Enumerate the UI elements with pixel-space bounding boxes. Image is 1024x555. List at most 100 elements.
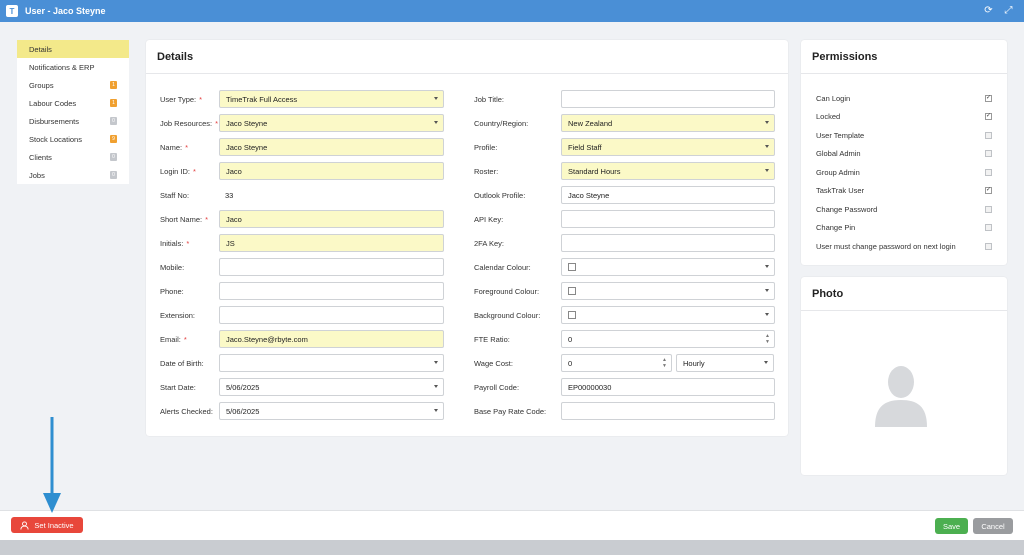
user-icon xyxy=(20,520,29,530)
must-change-password-checkbox[interactable] xyxy=(985,242,992,250)
cancel-button[interactable]: Cancel xyxy=(973,518,1013,534)
sidebar-item-notifications[interactable]: Notifications & ERP xyxy=(17,58,129,76)
sidebar-item-stock-locations[interactable]: Stock Locations 9 xyxy=(17,130,129,148)
permission-label: User Template xyxy=(816,130,865,140)
global-admin-checkbox[interactable] xyxy=(985,150,992,157)
date-of-birth-select[interactable] xyxy=(219,354,444,372)
api-key-input[interactable] xyxy=(561,210,775,228)
count-badge: 9 xyxy=(110,135,117,143)
field-value: 0 xyxy=(568,358,573,368)
avatar-placeholder-icon[interactable] xyxy=(871,362,931,427)
wage-cost-stepper[interactable]: 0 ▲ ▼ xyxy=(561,354,672,372)
user-type-select[interactable]: TimeTrak Full Access xyxy=(219,90,444,108)
locked-checkbox[interactable]: ✓ xyxy=(985,113,992,120)
field-label: User Type: xyxy=(160,94,197,104)
title-bar: T User - Jaco Steyne ⟳ ⤢ xyxy=(0,0,1024,22)
sidebar-item-disbursements[interactable]: Disbursements 0 xyxy=(17,112,129,130)
start-date-select[interactable]: 5/06/2025 xyxy=(219,378,444,396)
login-id-input[interactable]: Jaco xyxy=(219,162,444,180)
field-value: 0 xyxy=(568,334,573,344)
base-pay-rate-code-input[interactable] xyxy=(561,402,775,420)
wage-unit-select[interactable]: Hourly xyxy=(676,354,774,372)
required-mark: * xyxy=(205,214,209,224)
sidebar-item-jobs[interactable]: Jobs 0 xyxy=(17,166,129,184)
payroll-code-input[interactable]: EP00000030 xyxy=(561,378,775,396)
profile-select[interactable]: Field Staff xyxy=(561,138,775,156)
stepper-arrows-icon[interactable]: ▲ ▼ xyxy=(765,333,770,345)
2fa-key-input[interactable] xyxy=(561,234,775,252)
name-input[interactable]: Jaco Steyne xyxy=(219,138,444,156)
field-label: Date of Birth: xyxy=(160,358,204,368)
can-login-checkbox[interactable]: ✓ xyxy=(985,94,992,102)
form-row: FTE Ratio: 0 ▲ ▼ xyxy=(474,330,775,348)
country-region-select[interactable]: New Zealand xyxy=(561,114,775,132)
form-row: Phone: xyxy=(146,282,444,300)
field-label: Initials: xyxy=(160,238,184,248)
form-row: Date of Birth: xyxy=(146,354,444,372)
field-label: Name: xyxy=(160,142,183,152)
mobile-input[interactable] xyxy=(219,258,444,276)
roster-select[interactable]: Standard Hours xyxy=(561,162,775,180)
change-password-checkbox[interactable] xyxy=(985,205,992,213)
change-pin-checkbox[interactable] xyxy=(985,224,992,231)
field-label: Job Title: xyxy=(474,94,505,104)
sidebar-item-details[interactable]: Details xyxy=(17,40,129,58)
field-label: Extension: xyxy=(160,310,196,320)
field-label: FTE Ratio: xyxy=(474,334,510,344)
permission-row: Global Admin xyxy=(816,147,992,161)
chevron-down-icon xyxy=(765,265,769,268)
foreground-colour-picker[interactable] xyxy=(561,282,775,300)
permission-row: User must change password on next login xyxy=(816,239,992,253)
extension-input[interactable] xyxy=(219,306,444,324)
chevron-down-icon xyxy=(765,313,769,316)
stepper-arrows-icon[interactable]: ▲ ▼ xyxy=(662,357,667,369)
window-title: User - Jaco Steyne xyxy=(25,6,106,16)
fullscreen-icon[interactable]: ⤢ xyxy=(1003,5,1014,16)
field-value: Jaco xyxy=(226,166,242,176)
form-row: Staff No: 33 xyxy=(146,186,444,204)
calendar-colour-picker[interactable] xyxy=(561,258,775,276)
chevron-down-icon xyxy=(434,97,438,100)
field-label: Wage Cost: xyxy=(474,358,513,368)
chevron-down-icon xyxy=(434,385,438,388)
job-title-input[interactable] xyxy=(561,90,775,108)
field-label: Email: xyxy=(160,334,181,344)
permission-label: Global Admin xyxy=(816,149,861,158)
sidebar-item-clients[interactable]: Clients 0 xyxy=(17,148,129,166)
field-label: Payroll Code: xyxy=(474,382,520,392)
initials-input[interactable]: JS xyxy=(219,234,444,252)
fte-ratio-stepper[interactable]: 0 ▲ ▼ xyxy=(561,330,775,348)
permission-row: Can Login ✓ xyxy=(816,91,992,105)
chevron-down-icon xyxy=(765,289,769,292)
group-admin-checkbox[interactable] xyxy=(985,168,992,176)
sidebar-item-label: Labour Codes xyxy=(29,98,77,108)
field-label: Calendar Colour: xyxy=(474,262,531,272)
sidebar-item-label: Groups xyxy=(29,80,54,90)
permission-label: Change Pin xyxy=(816,223,856,232)
email-field[interactable]: Jaco.Steyne@rbyte.com xyxy=(219,330,444,348)
chevron-down-icon xyxy=(764,361,768,364)
set-inactive-button[interactable]: Set Inactive xyxy=(11,517,83,533)
outlook-profile-input[interactable]: Jaco Steyne xyxy=(561,186,775,204)
phone-input[interactable] xyxy=(219,282,444,300)
job-resources-select[interactable]: Jaco Steyne xyxy=(219,114,444,132)
colour-swatch xyxy=(568,263,576,271)
field-value: Jaco.Steyne@rbyte.com xyxy=(226,334,308,344)
field-value: 33 xyxy=(225,190,234,200)
background-colour-picker[interactable] xyxy=(561,306,775,324)
refresh-icon[interactable]: ⟳ xyxy=(983,5,994,16)
sidebar-item-groups[interactable]: Groups 1 xyxy=(17,76,129,94)
save-button[interactable]: Save xyxy=(935,518,968,534)
sidebar-item-labour-codes[interactable]: Labour Codes 1 xyxy=(17,94,129,112)
user-template-checkbox[interactable] xyxy=(985,131,992,139)
short-name-input[interactable]: Jaco xyxy=(219,210,444,228)
field-label: Country/Region: xyxy=(474,118,529,128)
form-row: Foreground Colour: xyxy=(474,282,775,300)
alerts-checked-select[interactable]: 5/06/2025 xyxy=(219,402,444,420)
footer-bar: Set Inactive Save Cancel xyxy=(0,510,1024,540)
tasktrak-user-checkbox[interactable]: ✓ xyxy=(985,187,992,194)
colour-swatch xyxy=(568,311,576,319)
field-value: 5/06/2025 xyxy=(226,382,260,392)
permissions-panel: Permissions Can Login ✓ Locked ✓ User Temp… xyxy=(801,40,1007,265)
field-value: Standard Hours xyxy=(568,166,621,176)
